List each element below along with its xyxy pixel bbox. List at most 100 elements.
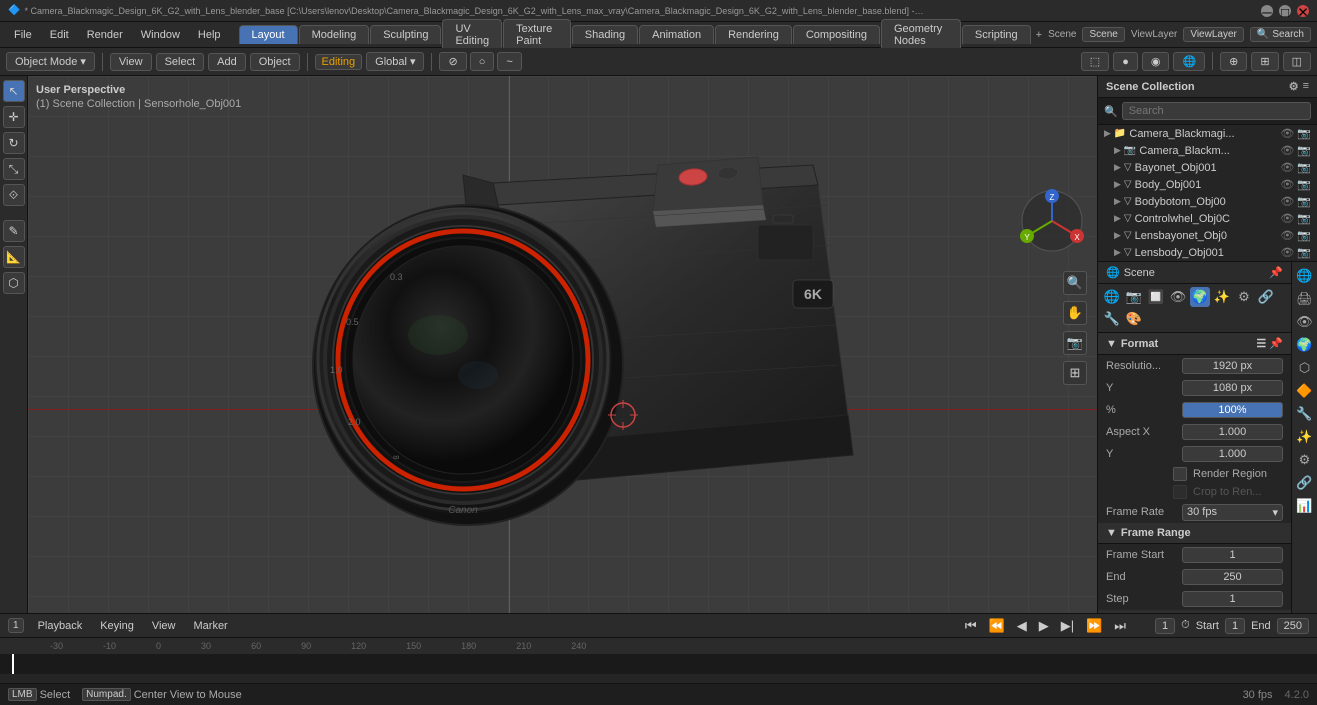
timeline-playback-menu[interactable]: Playback — [30, 618, 91, 634]
timeline-keying-menu[interactable]: Keying — [92, 618, 142, 634]
tab-sculpting[interactable]: Sculpting — [370, 25, 441, 44]
menu-window[interactable]: Window — [133, 27, 188, 43]
window-controls[interactable]: ─ □ ✕ — [1261, 5, 1309, 17]
play-btn[interactable]: ▶ — [1036, 618, 1052, 634]
timeline-marker-menu[interactable]: Marker — [186, 618, 236, 634]
vis-icon[interactable]: 👁 — [1280, 229, 1294, 242]
menu-file[interactable]: File — [6, 27, 40, 43]
outliner-search-input[interactable] — [1122, 102, 1311, 120]
prop-tab-object-data[interactable]: 🎨 — [1124, 309, 1144, 329]
overlay-btn[interactable]: ⊞ — [1251, 52, 1278, 71]
frame-step-value[interactable]: 1 — [1182, 591, 1283, 607]
frame-end-value[interactable]: 250 — [1182, 569, 1283, 585]
outliner-item-1[interactable]: ▶ ▽ Bayonet_Obj001 👁 📷 — [1098, 159, 1317, 176]
view-menu[interactable]: View — [110, 53, 152, 71]
options-icon[interactable]: ⚙ — [1289, 80, 1299, 93]
resolution-x-value[interactable]: 1920 px — [1182, 358, 1283, 374]
transform-selector[interactable]: Global ▾ — [366, 52, 424, 71]
prop-tab-scene-icon[interactable]: 🌐 — [1102, 287, 1122, 307]
vis-icon[interactable]: 👁 — [1280, 212, 1294, 225]
viewport[interactable]: User Perspective (1) Scene Collection | … — [28, 76, 1097, 613]
outliner-item-0[interactable]: ▶ 📷 Camera_Blackm... 👁 📷 — [1098, 142, 1317, 159]
mode-selector[interactable]: Object Mode ▾ — [6, 52, 95, 71]
side-tab-output[interactable]: 🖨 — [1295, 289, 1315, 309]
format-section-header[interactable]: ▼ Format ☰ 📌 — [1098, 333, 1291, 355]
tool-add[interactable]: ⬡ — [3, 272, 25, 294]
cam-icon[interactable]: 📷 — [1297, 178, 1311, 191]
outliner-item-6[interactable]: ▶ ▽ Lensbody_Obj001 👁 📷 — [1098, 244, 1317, 261]
resolution-pct-value[interactable]: 100% — [1182, 402, 1283, 418]
menu-edit[interactable]: Edit — [42, 27, 77, 43]
tab-compositing[interactable]: Compositing — [793, 25, 880, 44]
prop-tab-modifiers[interactable]: 🔧 — [1102, 309, 1122, 329]
side-tab-view[interactable]: 👁 — [1295, 312, 1315, 332]
tab-shading[interactable]: Shading — [572, 25, 638, 44]
next-keyframe-btn[interactable]: ⏩ — [1083, 618, 1105, 634]
shading-solid[interactable]: ● — [1113, 52, 1138, 71]
outliner-item-2[interactable]: ▶ ▽ Body_Obj001 👁 📷 — [1098, 176, 1317, 193]
cam-icon[interactable]: 📷 — [1297, 246, 1311, 259]
xray-btn[interactable]: ◫ — [1283, 52, 1311, 71]
shading-render[interactable]: 🌐 — [1173, 52, 1205, 71]
tab-geometry-nodes[interactable]: Geometry Nodes — [881, 19, 961, 50]
side-tab-object[interactable]: 🔶 — [1295, 381, 1315, 401]
step-forward-btn[interactable]: ▶| — [1058, 618, 1077, 634]
vis-icon[interactable]: 👁 — [1280, 144, 1294, 157]
step-back-btn[interactable]: ◀ — [1014, 618, 1030, 634]
object-menu[interactable]: Object — [250, 53, 300, 71]
scene-selector[interactable]: Scene — [1082, 27, 1124, 42]
side-tab-render[interactable]: 🌐 — [1295, 266, 1315, 286]
frame-start-value[interactable]: 1 — [1182, 547, 1283, 563]
cam-icon[interactable]: 📷 — [1297, 229, 1311, 242]
gizmo-btn[interactable]: ⊕ — [1220, 52, 1247, 71]
tab-animation[interactable]: Animation — [639, 25, 714, 44]
prop-tab-output-icon[interactable]: 🔲 — [1146, 287, 1166, 307]
time-stretching-header[interactable]: ▶ Time Stretching — [1098, 610, 1291, 613]
frame-rate-dropdown[interactable]: 30 fps ▾ — [1182, 504, 1283, 521]
minimize-button[interactable]: ─ — [1261, 5, 1273, 17]
pin-icon[interactable]: 📌 — [1269, 266, 1283, 279]
tab-rendering[interactable]: Rendering — [715, 25, 792, 44]
tool-transform[interactable]: ⟐ — [3, 184, 25, 206]
resolution-y-value[interactable]: 1080 px — [1182, 380, 1283, 396]
side-tab-scene[interactable]: 🌍 — [1295, 335, 1315, 355]
filter-icon[interactable]: ≡ — [1303, 80, 1309, 93]
side-tab-particles[interactable]: ✨ — [1295, 427, 1315, 447]
menu-help[interactable]: Help — [190, 27, 229, 43]
tab-texture-paint[interactable]: Texture Paint — [503, 19, 571, 50]
cam-icon[interactable]: 📷 — [1297, 161, 1311, 174]
tool-measure[interactable]: 📐 — [3, 246, 25, 268]
frame-range-section-header[interactable]: ▼ Frame Range — [1098, 523, 1291, 544]
cam-icon[interactable]: 📷 — [1297, 144, 1311, 157]
side-tab-data[interactable]: 📊 — [1295, 496, 1315, 516]
vis-icon[interactable]: 👁 — [1280, 161, 1294, 174]
list-icon[interactable]: ☰ — [1256, 337, 1266, 350]
vis-icon[interactable]: 👁 — [1280, 195, 1294, 208]
start-value[interactable]: 1 — [1225, 618, 1245, 634]
falloff-btn[interactable]: ~ — [497, 52, 521, 71]
outliner-item-5[interactable]: ▶ ▽ Lensbayonet_Obj0 👁 📷 — [1098, 227, 1317, 244]
pan-icon-btn[interactable]: ✋ — [1063, 301, 1087, 325]
outliner-item-4[interactable]: ▶ ▽ Controlwhel_Obj0C 👁 📷 — [1098, 210, 1317, 227]
zoom-icon-btn[interactable]: 🔍 — [1063, 271, 1087, 295]
tool-move[interactable]: ✛ — [3, 106, 25, 128]
maximize-button[interactable]: □ — [1279, 5, 1291, 17]
side-tab-world[interactable]: ⬡ — [1295, 358, 1315, 378]
camera-icon-btn[interactable]: 📷 — [1063, 331, 1087, 355]
grid-icon-btn[interactable]: ⊞ — [1063, 361, 1087, 385]
prop-tab-constraints[interactable]: 🔗 — [1256, 287, 1276, 307]
timeline-track[interactable]: -30 -10 0 30 60 90 120 150 180 210 240 — [0, 638, 1317, 674]
cam-icon[interactable]: 📷 — [1297, 195, 1311, 208]
add-menu[interactable]: Add — [208, 53, 246, 71]
tool-rotate[interactable]: ↻ — [3, 132, 25, 154]
prop-tab-particles[interactable]: ✨ — [1212, 287, 1232, 307]
cam-icon[interactable]: 📷 — [1297, 212, 1311, 225]
menu-render[interactable]: Render — [79, 27, 131, 43]
shading-wireframe[interactable]: ⬚ — [1081, 52, 1109, 71]
vis-icon[interactable]: 👁 — [1280, 127, 1294, 140]
vis-icon[interactable]: 👁 — [1280, 246, 1294, 259]
end-value[interactable]: 250 — [1277, 618, 1309, 634]
prop-tab-active[interactable]: 🌍 — [1190, 287, 1210, 307]
cam-icon[interactable]: 📷 — [1297, 127, 1311, 140]
tool-select[interactable]: ↖ — [3, 80, 25, 102]
